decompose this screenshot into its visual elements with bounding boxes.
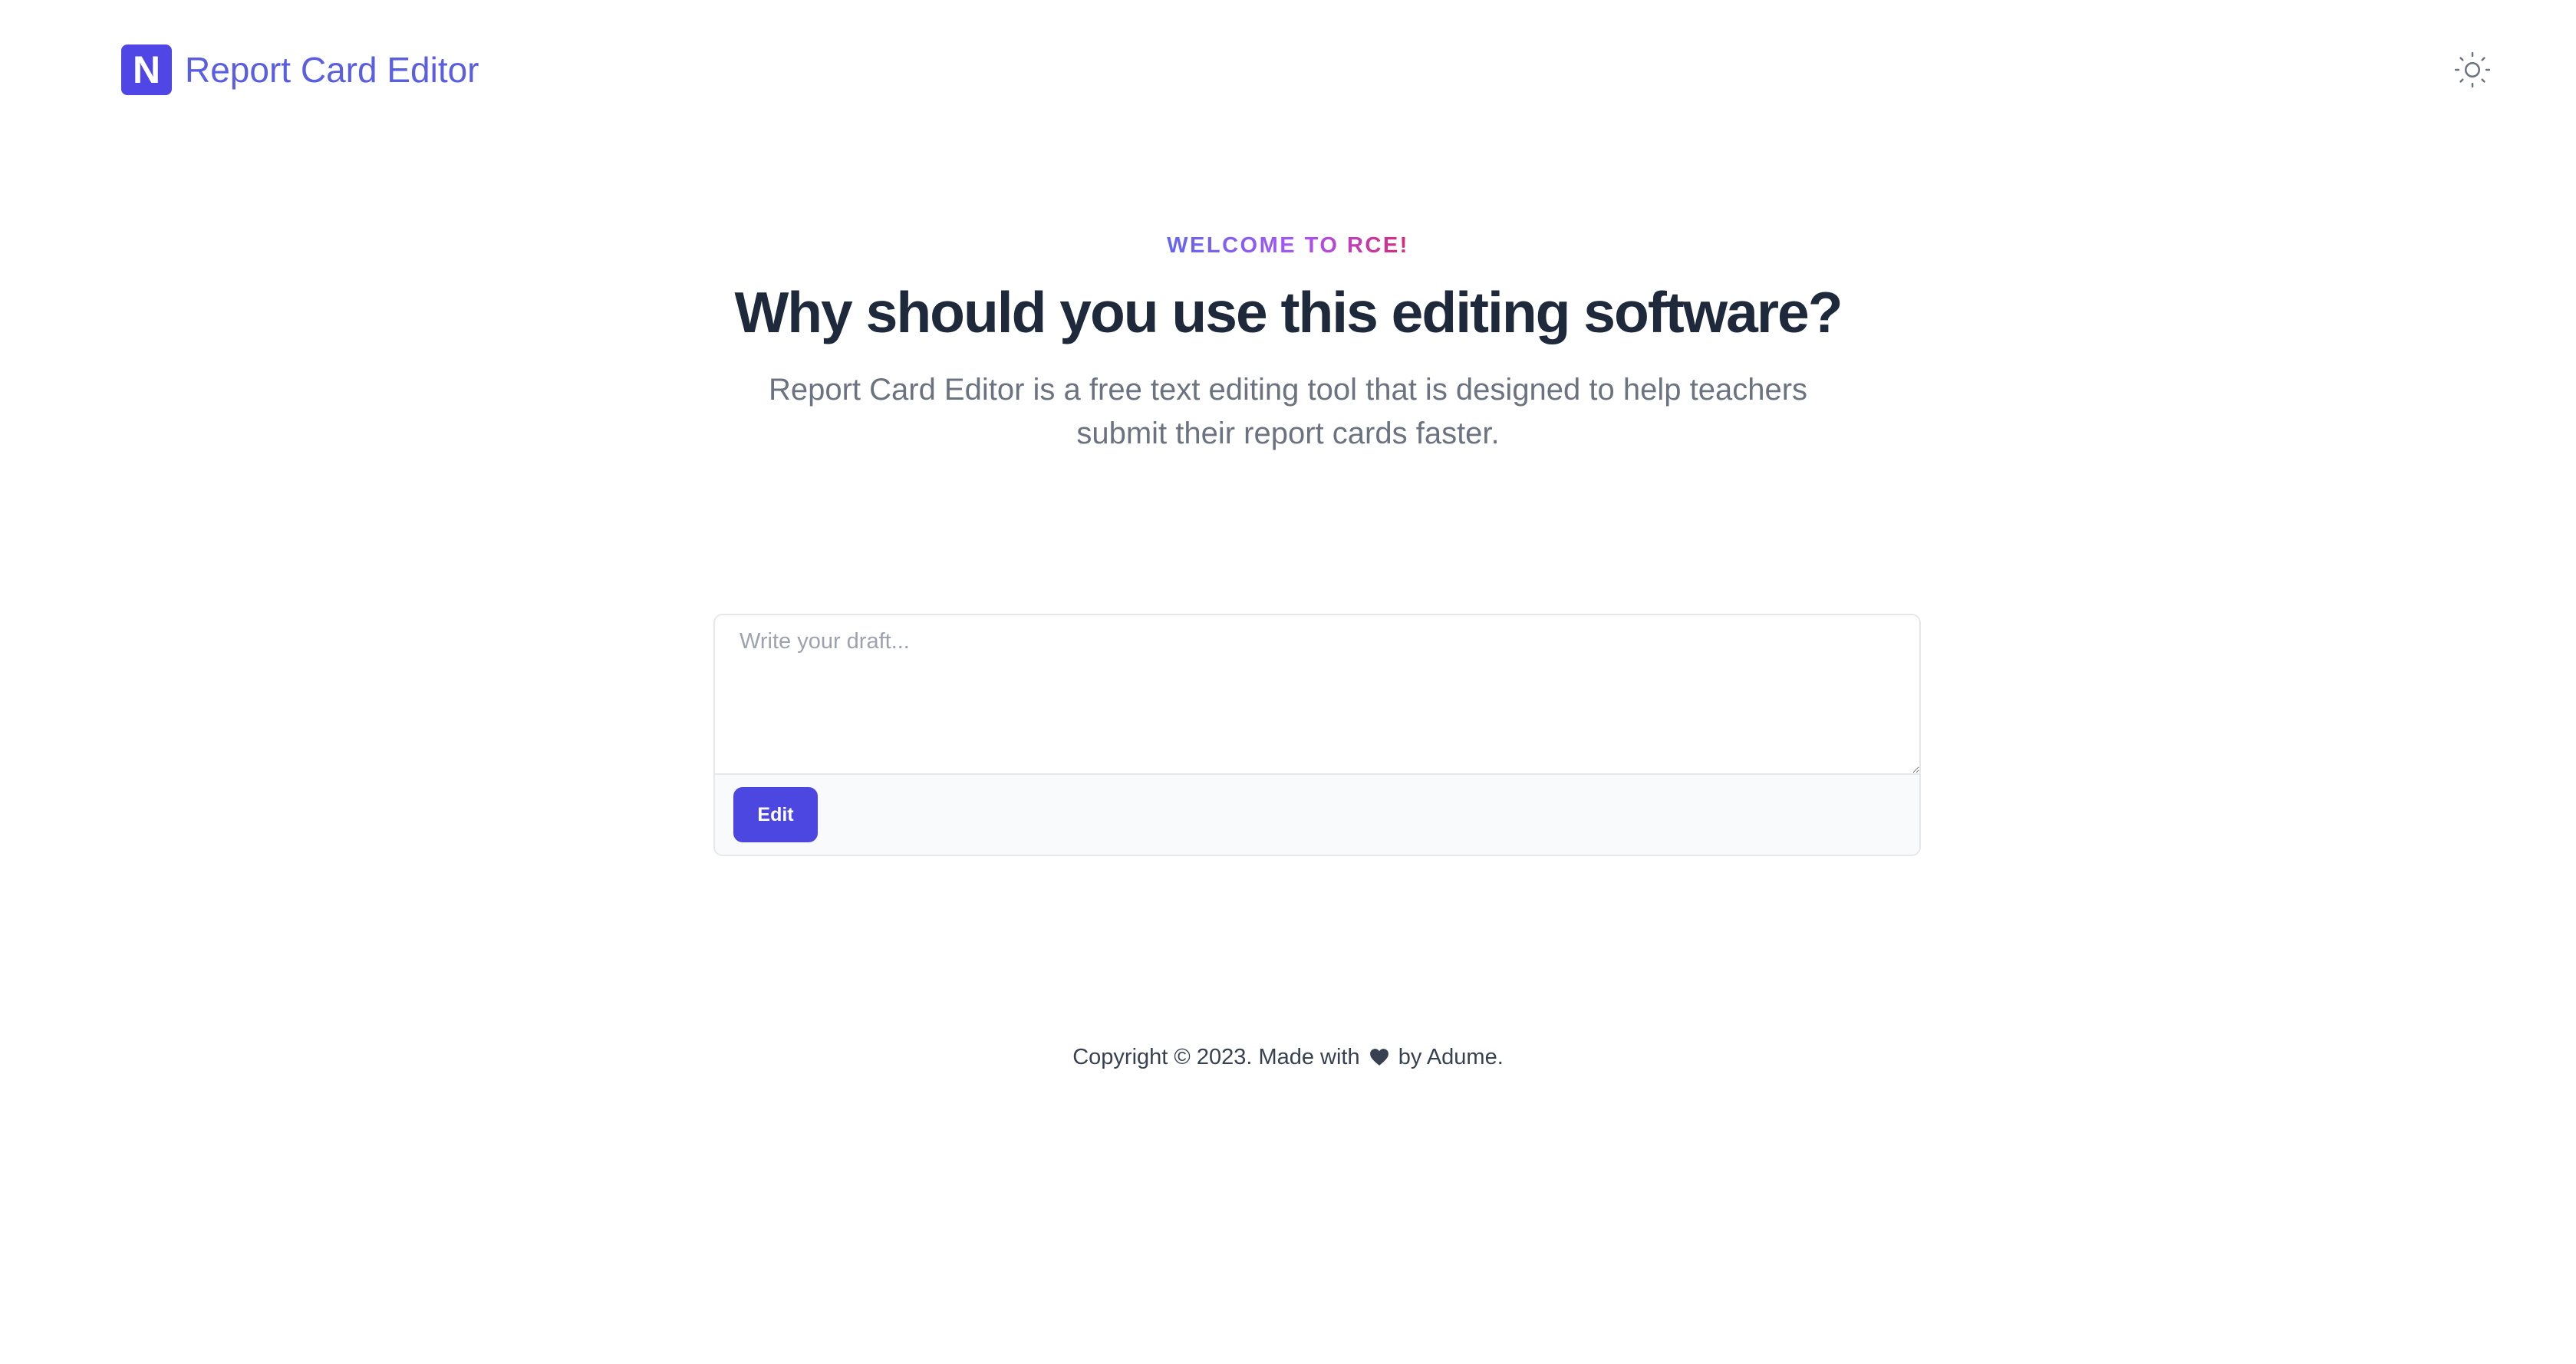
sun-icon: [2454, 51, 2491, 88]
theme-toggle-button[interactable]: [2453, 51, 2492, 89]
editor-toolbar: Edit: [715, 775, 1919, 855]
page-footer: Copyright © 2023. Made with by Adume.: [0, 1042, 2576, 1072]
edit-button[interactable]: Edit: [733, 787, 818, 842]
copyright-suffix: by Adume.: [1398, 1045, 1504, 1069]
logo-mark: N: [121, 44, 172, 95]
welcome-eyebrow: WELCOME TO RCE!: [1167, 230, 1409, 261]
draft-textarea[interactable]: [715, 615, 1919, 775]
hero-description: Report Card Editor is a free text editin…: [768, 373, 1808, 450]
page-headline: Why should you use this editing software…: [734, 280, 1843, 344]
app-title: Report Card Editor: [185, 50, 479, 90]
logo-home-link[interactable]: N Report Card Editor: [121, 44, 479, 95]
heart-icon: [1369, 1049, 1388, 1066]
draft-editor-card: Edit: [713, 614, 1921, 856]
hero-section: WELCOME TO RCE! Why should you use this …: [0, 230, 2576, 456]
copyright-prefix: Copyright © 2023. Made with: [1072, 1045, 1360, 1069]
